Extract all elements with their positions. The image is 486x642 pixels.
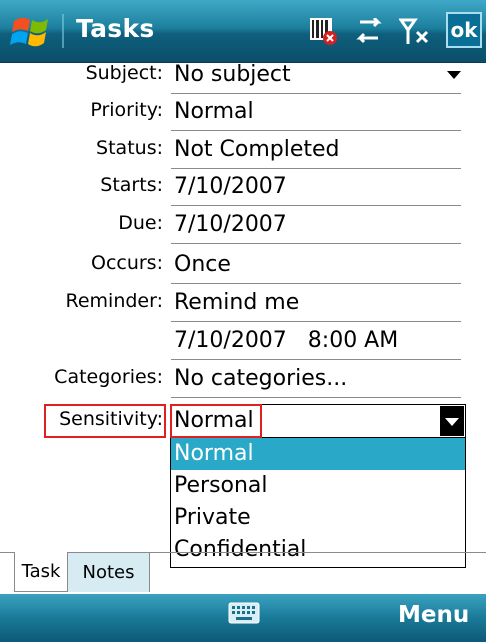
status-label: Status: [96,137,163,159]
option-normal[interactable]: Normal [171,438,465,470]
sim-card-missing-icon[interactable] [305,15,341,47]
subject-label: Subject: [85,62,163,84]
priority-field[interactable]: Normal [171,97,461,131]
signal-off-icon[interactable] [397,15,433,47]
tab-task[interactable]: Task [14,552,68,592]
option-private[interactable]: Private [171,502,465,534]
due-row: Due: 7/10/2007 [0,210,486,246]
reminder-label: Reminder: [65,290,164,312]
occurs-label: Occurs: [90,252,163,274]
reminder-field[interactable]: Remind me [171,288,461,322]
start-flag-icon[interactable] [10,11,54,51]
title-bar: Tasks ok [0,0,486,63]
categories-row: Categories: No categories... [0,364,486,400]
categories-field[interactable]: No categories... [171,364,461,398]
sensitivity-options-list: Normal Personal Private Confidential [170,438,466,568]
status-field[interactable]: Not Completed [171,135,461,169]
subject-field[interactable]: No subject [171,60,461,94]
tab-notes[interactable]: Notes [68,552,150,592]
ok-button[interactable]: ok [446,12,482,48]
occurs-row: Occurs: Once [0,250,486,286]
priority-label: Priority: [90,99,163,121]
sensitivity-value-highlight [170,404,262,438]
due-field[interactable]: 7/10/2007 [171,210,461,244]
reminder-datetime-field[interactable]: 7/10/2007 8:00 AM [171,326,461,360]
starts-field[interactable]: 7/10/2007 [171,172,461,206]
option-confidential[interactable]: Confidential [171,534,465,566]
bottom-menu-bar: Menu [0,594,486,642]
reminder-row: Reminder: Remind me [0,288,486,324]
dropdown-arrow-icon[interactable] [440,406,464,436]
starts-row: Starts: 7/10/2007 [0,172,486,208]
status-row: Status: Not Completed [0,135,486,171]
option-personal[interactable]: Personal [171,470,465,502]
categories-label: Categories: [54,366,163,388]
due-label: Due: [118,212,163,234]
app-title: Tasks [76,14,155,43]
priority-row: Priority: Normal [0,97,486,133]
title-separator [62,14,64,48]
connectivity-icon[interactable] [351,15,387,47]
occurs-field[interactable]: Once [171,250,461,284]
sensitivity-label-highlight [44,404,166,438]
reminder-datetime-row: 7/10/2007 8:00 AM [0,326,486,362]
menu-button[interactable]: Menu [398,602,469,628]
subject-dropdown-arrow-icon[interactable] [447,71,461,79]
starts-label: Starts: [100,174,163,196]
subject-row: Subject: No subject [0,60,486,96]
keyboard-icon[interactable] [228,602,260,624]
